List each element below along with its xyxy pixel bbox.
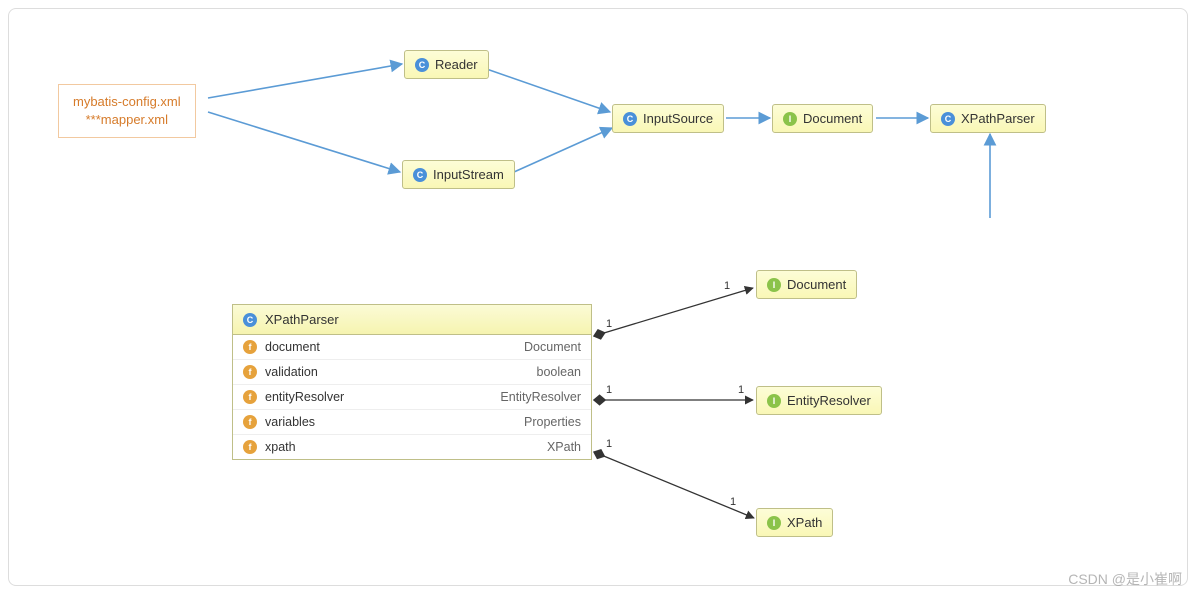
field-icon: f xyxy=(243,390,257,404)
interface-icon: I xyxy=(767,278,781,292)
node-label: InputStream xyxy=(433,167,504,182)
watermark: CSDN @是小崔啊 xyxy=(1068,569,1182,589)
field-type: XPath xyxy=(547,440,581,454)
node-label: XPath xyxy=(787,515,822,530)
node-xpathparser: C XPathParser xyxy=(930,104,1046,133)
xml-line1: mybatis-config.xml xyxy=(73,93,181,111)
class-name: XPathParser xyxy=(265,312,339,327)
multiplicity: 1 xyxy=(606,438,612,450)
field-type: EntityResolver xyxy=(500,390,581,404)
field-icon: f xyxy=(243,365,257,379)
field-name: validation xyxy=(265,365,318,379)
class-icon: C xyxy=(941,112,955,126)
field-row: f variables Properties xyxy=(233,410,591,435)
multiplicity: 1 xyxy=(606,384,612,396)
class-icon: C xyxy=(243,313,257,327)
field-row: f document Document xyxy=(233,335,591,360)
field-row: f validation boolean xyxy=(233,360,591,385)
node-label: XPathParser xyxy=(961,111,1035,126)
class-header: C XPathParser xyxy=(233,305,591,335)
class-icon: C xyxy=(415,58,429,72)
node-label: Reader xyxy=(435,57,478,72)
node-document2: I Document xyxy=(756,270,857,299)
interface-icon: I xyxy=(767,394,781,408)
field-name: entityResolver xyxy=(265,390,344,404)
field-name: xpath xyxy=(265,440,296,454)
xml-files-box: mybatis-config.xml ***mapper.xml xyxy=(58,84,196,138)
node-inputstream: C InputStream xyxy=(402,160,515,189)
node-document: I Document xyxy=(772,104,873,133)
node-label: Document xyxy=(787,277,846,292)
field-type: Properties xyxy=(524,415,581,429)
class-icon: C xyxy=(623,112,637,126)
field-icon: f xyxy=(243,440,257,454)
field-name: document xyxy=(265,340,320,354)
field-icon: f xyxy=(243,340,257,354)
field-row: f entityResolver EntityResolver xyxy=(233,385,591,410)
interface-icon: I xyxy=(783,112,797,126)
node-label: EntityResolver xyxy=(787,393,871,408)
class-body: f document Document f validation boolean f… xyxy=(233,335,591,459)
node-inputsource: C InputSource xyxy=(612,104,724,133)
node-reader: C Reader xyxy=(404,50,489,79)
multiplicity: 1 xyxy=(606,318,612,330)
node-label: Document xyxy=(803,111,862,126)
class-xpathparser-box: C XPathParser fdocument Document fvalida… xyxy=(232,304,592,460)
node-xpath: I XPath xyxy=(756,508,833,537)
field-row: fxpath XPath xyxy=(233,435,591,459)
interface-icon: I xyxy=(767,516,781,530)
field-name: variables xyxy=(265,415,315,429)
multiplicity: 1 xyxy=(730,496,736,508)
node-label: InputSource xyxy=(643,111,713,126)
xml-line2: ***mapper.xml xyxy=(73,111,181,129)
field-type: boolean xyxy=(537,365,582,379)
field-icon: f xyxy=(243,415,257,429)
field-type: Document xyxy=(524,340,581,354)
multiplicity: 1 xyxy=(738,384,744,396)
multiplicity: 1 xyxy=(724,280,730,292)
class-icon: C xyxy=(413,168,427,182)
node-entityresolver: I EntityResolver xyxy=(756,386,882,415)
